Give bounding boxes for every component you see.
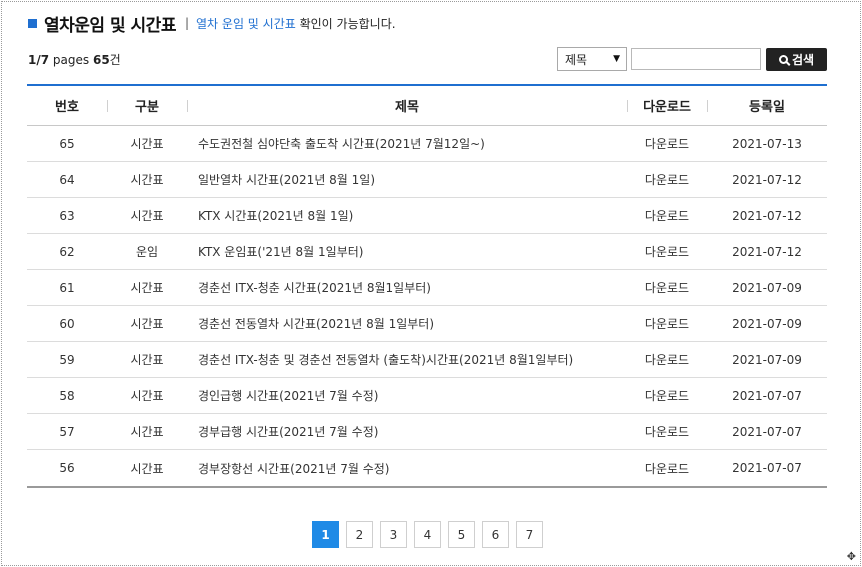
row-download-link[interactable]: 다운로드 (627, 207, 707, 224)
table-row: 58 시간표 경인급행 시간표(2021년 7월 수정) 다운로드 2021-0… (27, 378, 827, 414)
column-header-category: 구분 (107, 96, 187, 115)
row-title-link[interactable]: 수도권전철 심야단축 출도착 시간표(2021년 7월12일~) (187, 135, 627, 152)
table-row: 61 시간표 경춘선 ITX-청춘 시간표(2021년 8월1일부터) 다운로드… (27, 270, 827, 306)
page-header: 열차운임 및 시간표 | 열차 운임 및 시간표 확인이 가능합니다. (28, 10, 396, 36)
row-download-link[interactable]: 다운로드 (627, 243, 707, 260)
page-button-4[interactable]: 4 (414, 521, 441, 548)
row-title-link[interactable]: 경부장항선 시간표(2021년 7월 수정) (187, 460, 627, 477)
pages-word: pages (49, 53, 93, 67)
table-row: 59 시간표 경춘선 ITX-청춘 및 경춘선 전동열차 (출도착)시간표(20… (27, 342, 827, 378)
row-no: 61 (59, 280, 75, 295)
table-row: 65 시간표 수도권전철 심야단축 출도착 시간표(2021년 7월12일~) … (27, 126, 827, 162)
row-no: 60 (59, 316, 75, 331)
row-date: 2021-07-09 (732, 352, 802, 367)
row-date: 2021-07-12 (732, 208, 802, 223)
row-download-link[interactable]: 다운로드 (627, 423, 707, 440)
row-category: 시간표 (130, 389, 164, 403)
row-download-link[interactable]: 다운로드 (627, 171, 707, 188)
page-description: 열차 운임 및 시간표 확인이 가능합니다. (196, 15, 396, 32)
page-button-6[interactable]: 6 (482, 521, 509, 548)
chevron-down-icon: ▼ (613, 54, 620, 64)
row-date: 2021-07-12 (732, 244, 802, 259)
page-button-1[interactable]: 1 (312, 521, 339, 548)
table-row: 57 시간표 경부급행 시간표(2021년 7월 수정) 다운로드 2021-0… (27, 414, 827, 450)
row-download-link[interactable]: 다운로드 (627, 351, 707, 368)
title-separator: | (184, 16, 190, 30)
row-category: 시간표 (130, 173, 164, 187)
row-date: 2021-07-12 (732, 172, 802, 187)
row-no: 64 (59, 172, 75, 187)
square-bullet-icon (28, 18, 37, 28)
column-header-no: 번호 (55, 100, 79, 115)
page-button-5[interactable]: 5 (448, 521, 475, 548)
row-category: 시간표 (130, 209, 164, 223)
row-title-link[interactable]: KTX 시간표(2021년 8월 1일) (187, 207, 627, 224)
page-button-3[interactable]: 3 (380, 521, 407, 548)
table-row: 56 시간표 경부장항선 시간표(2021년 7월 수정) 다운로드 2021-… (27, 450, 827, 486)
row-no: 63 (59, 208, 75, 223)
search-icon (778, 55, 788, 64)
row-category: 시간표 (130, 137, 164, 151)
row-date: 2021-07-09 (732, 280, 802, 295)
row-no: 59 (59, 352, 75, 367)
page-button-7[interactable]: 7 (516, 521, 543, 548)
row-category: 운임 (135, 245, 159, 259)
row-date: 2021-07-13 (732, 136, 802, 151)
table-row: 64 시간표 일반열차 시간표(2021년 8월 1일) 다운로드 2021-0… (27, 162, 827, 198)
row-download-link[interactable]: 다운로드 (627, 279, 707, 296)
table-row: 62 운임 KTX 운임표('21년 8월 1일부터) 다운로드 2021-07… (27, 234, 827, 270)
row-title-link[interactable]: 경춘선 전동열차 시간표(2021년 8월 1일부터) (187, 315, 627, 332)
count-unit: 건 (109, 53, 121, 67)
search-input[interactable] (631, 48, 761, 70)
row-date: 2021-07-07 (732, 461, 802, 475)
column-header-download: 다운로드 (627, 96, 707, 115)
board-table: 번호 구분 제목 다운로드 등록일 65 시간표 수도권전철 심야단축 출도착 … (27, 84, 827, 488)
total-pages: 7 (40, 53, 50, 67)
row-no: 62 (59, 244, 75, 259)
row-category: 시간표 (130, 425, 164, 439)
resize-grip-icon[interactable]: ✥ (847, 550, 856, 563)
page-title: 열차운임 및 시간표 (44, 15, 176, 36)
row-title-link[interactable]: 일반열차 시간표(2021년 8월 1일) (187, 171, 627, 188)
row-no: 65 (59, 136, 75, 151)
pager-info: 1/7 pages 65건 (28, 51, 121, 68)
row-no: 56 (59, 461, 75, 475)
description-highlight: 열차 운임 및 시간표 (196, 16, 296, 31)
row-title-link[interactable]: 경춘선 ITX-청춘 및 경춘선 전동열차 (출도착)시간표(2021년 8월1… (187, 351, 627, 368)
row-title-link[interactable]: 경춘선 ITX-청춘 시간표(2021년 8월1일부터) (187, 279, 627, 296)
row-category: 시간표 (130, 317, 164, 331)
table-row: 60 시간표 경춘선 전동열차 시간표(2021년 8월 1일부터) 다운로드 … (27, 306, 827, 342)
table-row: 63 시간표 KTX 시간표(2021년 8월 1일) 다운로드 2021-07… (27, 198, 827, 234)
row-date: 2021-07-07 (732, 388, 802, 403)
total-count: 65 (92, 53, 110, 67)
row-date: 2021-07-09 (732, 316, 802, 331)
column-header-title: 제목 (187, 96, 627, 115)
search-button[interactable]: 검색 (766, 48, 827, 71)
table-header: 번호 구분 제목 다운로드 등록일 (27, 86, 827, 126)
row-date: 2021-07-07 (732, 424, 802, 439)
row-title-link[interactable]: 경부급행 시간표(2021년 7월 수정) (187, 423, 627, 440)
row-download-link[interactable]: 다운로드 (627, 460, 707, 477)
row-download-link[interactable]: 다운로드 (627, 387, 707, 404)
row-category: 시간표 (130, 461, 164, 476)
row-no: 58 (59, 388, 75, 403)
column-header-date: 등록일 (707, 96, 827, 115)
search-button-label: 검색 (791, 53, 815, 67)
page-button-2[interactable]: 2 (346, 521, 373, 548)
row-category: 시간표 (130, 353, 164, 367)
row-no: 57 (59, 424, 75, 439)
row-title-link[interactable]: 경인급행 시간표(2021년 7월 수정) (187, 387, 627, 404)
row-download-link[interactable]: 다운로드 (627, 315, 707, 332)
row-category: 시간표 (130, 281, 164, 295)
row-title-link[interactable]: KTX 운임표('21년 8월 1일부터) (187, 243, 627, 260)
search-field-select[interactable]: 제목 ▼ (557, 47, 627, 71)
search-field-selected: 제목 (565, 52, 588, 67)
row-download-link[interactable]: 다운로드 (627, 135, 707, 152)
description-rest: 확인이 가능합니다. (295, 16, 396, 31)
pagination: 1 2 3 4 5 6 7 (312, 521, 550, 548)
